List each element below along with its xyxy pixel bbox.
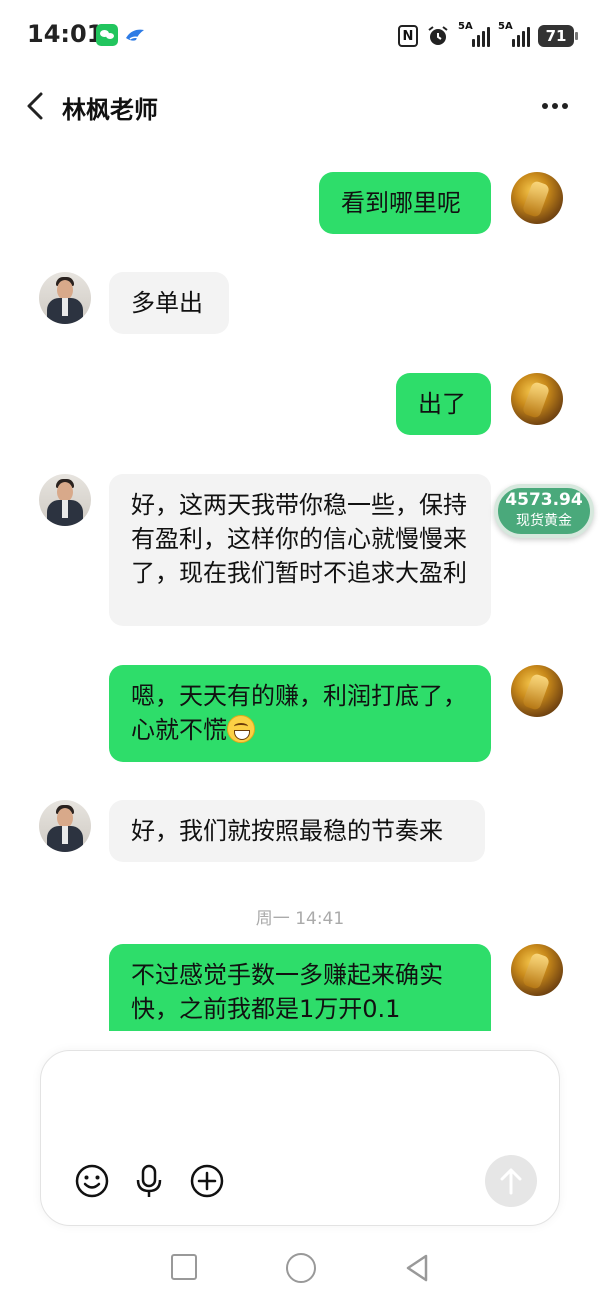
status-bar: 14:01 N 5A 5A 71 [0, 0, 600, 70]
signal-icon: 5A [498, 21, 530, 47]
gold-label: 现货黄金 [516, 513, 572, 529]
send-button[interactable] [485, 1155, 537, 1207]
message-clip: 不过感觉手数一多赚起来确实快，之前我都是1万开0.1 [0, 940, 600, 1031]
avatar[interactable] [39, 272, 91, 324]
plus-circle-icon[interactable] [189, 1163, 225, 1199]
send-arrow-icon [500, 1168, 522, 1195]
nfc-icon: N [398, 25, 418, 47]
chat-header: 林枫老师 [0, 78, 600, 134]
more-horizontal-icon[interactable] [542, 98, 570, 114]
status-icons: N 5A 5A 71 [398, 21, 578, 50]
message-bubble[interactable]: 好，这两天我带你稳一些，保持有盈利，这样你的信心就慢慢来了，现在我们暂时不追求大… [109, 474, 491, 626]
grin-emoji-icon [227, 715, 255, 743]
microphone-icon[interactable] [131, 1163, 167, 1199]
home-button[interactable] [286, 1253, 316, 1283]
gold-price-widget[interactable]: 4573.94 现货黄金 [494, 484, 594, 538]
back-triangle-icon[interactable] [402, 1252, 432, 1284]
gold-price: 4573.94 [505, 490, 583, 510]
recent-apps-button[interactable] [171, 1254, 197, 1280]
alarm-icon [428, 26, 448, 45]
avatar[interactable] [39, 800, 91, 852]
avatar[interactable] [511, 172, 563, 224]
wechat-notification-icon [96, 24, 118, 46]
message-bubble[interactable]: 好，我们就按照最稳的节奏来 [109, 800, 485, 862]
message-bubble[interactable]: 不过感觉手数一多赚起来确实快，之前我都是1万开0.1 [109, 944, 491, 1031]
message-composer [40, 1050, 560, 1226]
chat-title: 林枫老师 [62, 96, 158, 124]
bird-notification-icon [126, 29, 144, 41]
message-bubble[interactable]: 看到哪里呢 [319, 172, 491, 234]
emoji-icon[interactable] [74, 1163, 110, 1199]
avatar[interactable] [511, 944, 563, 996]
message-bubble[interactable]: 多单出 [109, 272, 229, 334]
message-text: 嗯，天天有的赚，利润打底了，心就不慌 [131, 682, 467, 744]
avatar[interactable] [511, 373, 563, 425]
message-bubble[interactable]: 嗯，天天有的赚，利润打底了，心就不慌 [109, 665, 491, 762]
message-bubble[interactable]: 出了 [396, 373, 491, 435]
message-input[interactable] [65, 1069, 535, 1149]
message-timestamp: 周一 14:41 [255, 909, 345, 929]
status-time: 14:01 [27, 20, 104, 48]
system-nav-bar [0, 1240, 600, 1291]
chevron-left-icon[interactable] [22, 90, 50, 122]
avatar[interactable] [511, 665, 563, 717]
signal-label: 5A [498, 21, 513, 32]
signal-label: 5A [458, 21, 473, 32]
battery-icon: 71 [538, 25, 578, 47]
signal-icon: 5A [458, 21, 490, 47]
avatar[interactable] [39, 474, 91, 526]
